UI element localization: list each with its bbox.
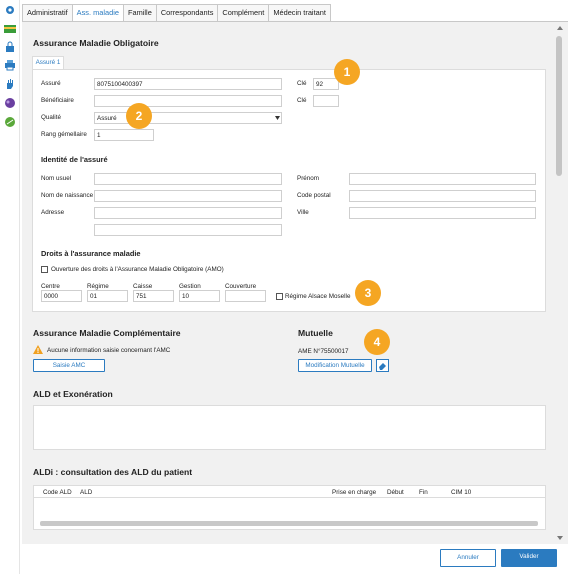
- tab-assure-1[interactable]: Assuré 1: [32, 56, 64, 70]
- code-postal-label: Code postal: [297, 192, 331, 199]
- ald-textarea[interactable]: [33, 405, 546, 450]
- tab-famille[interactable]: Famille: [122, 4, 157, 22]
- adresse-field-1[interactable]: [94, 207, 282, 219]
- ville-field[interactable]: [349, 207, 536, 219]
- col-cim10[interactable]: CIM 10: [451, 489, 471, 496]
- nom-usuel-label: Nom usuel: [41, 175, 72, 182]
- validate-button[interactable]: Valider: [501, 549, 557, 567]
- tab-bar: Administratif Ass. maladie Famille Corre…: [22, 4, 331, 23]
- centre-field[interactable]: 0000: [41, 290, 82, 302]
- gestion-label: Gestion: [179, 283, 201, 290]
- assure-label: Assuré: [41, 80, 61, 87]
- tab-complement[interactable]: Complément: [217, 4, 270, 22]
- scroll-down-icon[interactable]: [556, 535, 564, 541]
- alsace-checkbox[interactable]: [276, 293, 283, 300]
- rang-label: Rang gémellaire: [41, 131, 87, 138]
- globe-icon[interactable]: [4, 97, 16, 109]
- leaf-icon[interactable]: [4, 116, 16, 128]
- mutuelle-title: Mutuelle: [298, 328, 333, 338]
- gear-icon[interactable]: [4, 4, 16, 16]
- qualite-label: Qualité: [41, 114, 61, 121]
- cle-field[interactable]: 92: [313, 78, 339, 90]
- beneficiaire-label: Bénéficiaire: [41, 97, 74, 104]
- col-code-ald[interactable]: Code ALD: [43, 489, 72, 496]
- amc-warning: Aucune information saisie concernant l'A…: [47, 347, 171, 354]
- table-header-divider: [33, 497, 546, 498]
- regime-field[interactable]: 01: [87, 290, 128, 302]
- ame-number: AME N°75500017: [298, 348, 349, 355]
- centre-label: Centre: [41, 283, 60, 290]
- prenom-label: Prénom: [297, 175, 320, 182]
- alsace-label: Régime Alsace Moselle: [285, 293, 351, 300]
- modification-mutuelle-button[interactable]: Modification Mutuelle: [298, 359, 372, 372]
- annotation-badge-2: 2: [126, 103, 152, 129]
- chevron-down-icon: [275, 116, 280, 120]
- scroll-up-icon[interactable]: [556, 25, 564, 31]
- col-prise-en-charge[interactable]: Prise en charge: [332, 489, 376, 496]
- warning-icon: [33, 345, 43, 354]
- caisse-field[interactable]: 751: [133, 290, 174, 302]
- cle2-label: Clé: [297, 97, 307, 104]
- identite-title: Identité de l'assuré: [41, 155, 108, 164]
- beneficiaire-field[interactable]: [94, 95, 282, 107]
- assure-field[interactable]: 8075100400397: [94, 78, 282, 90]
- aldi-title: ALDi : consultation des ALD du patient: [33, 467, 193, 477]
- couverture-field[interactable]: [225, 290, 266, 302]
- ouverture-label: Ouverture des droits à l'Assurance Malad…: [51, 266, 224, 273]
- caisse-label: Caisse: [133, 283, 153, 290]
- hand-icon[interactable]: [4, 78, 16, 90]
- amo-title: Assurance Maladie Obligatoire: [33, 38, 159, 48]
- ouverture-checkbox[interactable]: [41, 266, 48, 273]
- cle-label: Clé: [297, 80, 307, 87]
- tab-correspondants[interactable]: Correspondants: [155, 4, 219, 22]
- droits-title: Droits à l'assurance maladie: [41, 249, 141, 258]
- code-postal-field[interactable]: [349, 190, 536, 202]
- annotation-badge-1: 1: [334, 59, 360, 85]
- nom-usuel-field[interactable]: [94, 173, 282, 185]
- adresse-field-2[interactable]: [94, 224, 282, 236]
- nom-naissance-field[interactable]: [94, 190, 282, 202]
- nom-naissance-label: Nom de naissance: [41, 192, 94, 199]
- ald-title: ALD et Exonération: [33, 389, 113, 399]
- adresse-label: Adresse: [41, 209, 65, 216]
- eraser-icon: [379, 363, 386, 370]
- couverture-label: Couverture: [225, 283, 257, 290]
- rang-stepper[interactable]: 1: [94, 129, 154, 141]
- card-icon[interactable]: [4, 23, 16, 35]
- annotation-badge-3: 3: [355, 280, 381, 306]
- col-debut[interactable]: Début: [387, 489, 404, 496]
- annotation-badge-4: 4: [364, 329, 390, 355]
- ville-label: Ville: [297, 209, 309, 216]
- cancel-button[interactable]: Annuler: [440, 549, 496, 567]
- lock-icon[interactable]: [4, 41, 16, 53]
- qualite-select[interactable]: Assuré: [94, 112, 282, 124]
- left-toolbar: [0, 0, 20, 574]
- prenom-field[interactable]: [349, 173, 536, 185]
- saisie-amc-button[interactable]: Saisie AMC: [33, 359, 105, 372]
- horizontal-scrollbar[interactable]: [40, 521, 538, 526]
- col-fin[interactable]: Fin: [419, 489, 428, 496]
- gestion-field[interactable]: 10: [179, 290, 220, 302]
- tab-administratif[interactable]: Administratif: [22, 4, 73, 22]
- regime-label: Régime: [87, 283, 109, 290]
- printer-icon[interactable]: [4, 59, 16, 71]
- col-ald[interactable]: ALD: [80, 489, 92, 496]
- scrollbar-thumb[interactable]: [556, 36, 562, 176]
- tab-medecin-traitant[interactable]: Médecin traitant: [268, 4, 331, 22]
- amc-title: Assurance Maladie Complémentaire: [33, 328, 181, 338]
- erase-button[interactable]: [376, 359, 389, 372]
- cle2-field[interactable]: [313, 95, 339, 107]
